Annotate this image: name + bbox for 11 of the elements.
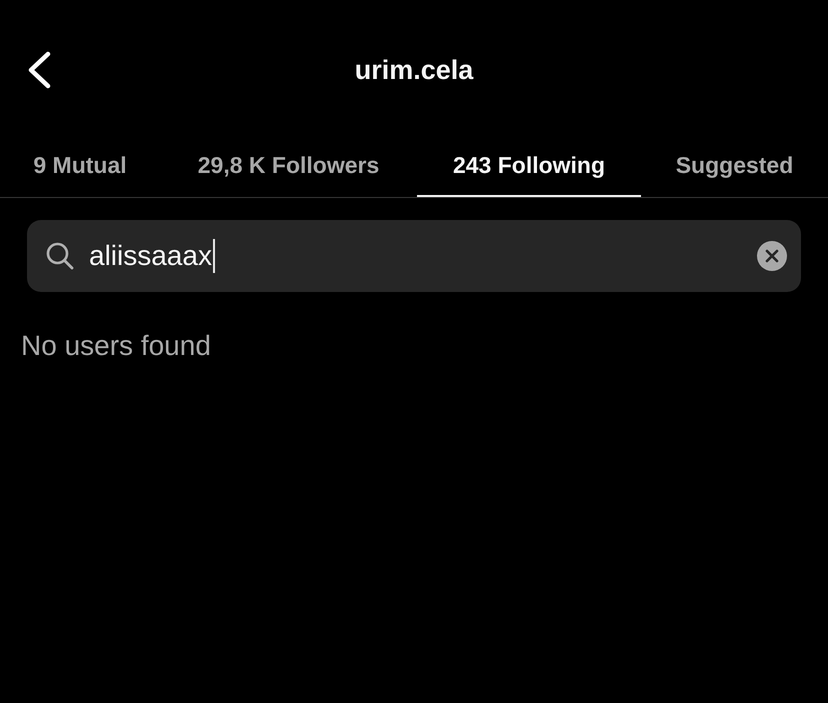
tab[interactable]: Suggested xyxy=(641,138,828,197)
search-field[interactable]: aliissaaax xyxy=(27,220,801,292)
clear-icon[interactable] xyxy=(757,241,787,271)
text-cursor xyxy=(212,239,215,273)
empty-message: No users found xyxy=(21,330,212,362)
tab[interactable]: 29,8 K Followers xyxy=(160,138,417,197)
search-icon xyxy=(45,241,75,271)
profile-title: urim.cela xyxy=(354,54,474,86)
tab[interactable]: 9 Mutual xyxy=(0,138,160,197)
back-icon xyxy=(26,51,52,89)
tab[interactable]: 243 Following xyxy=(417,138,641,197)
